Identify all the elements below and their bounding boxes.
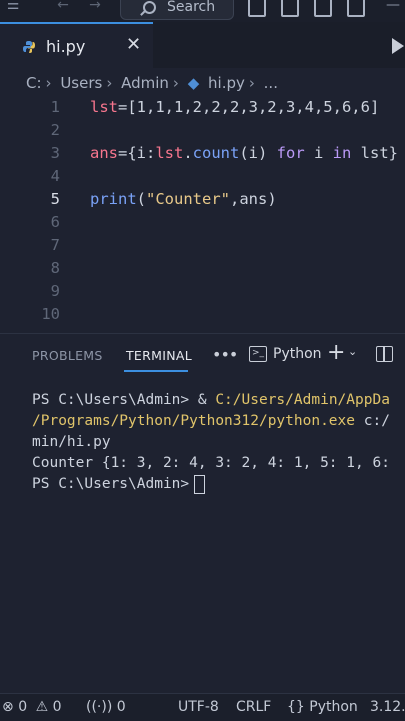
errors-indicator[interactable]: ⊗ 0 ⚠ 0 — [2, 699, 62, 715]
breadcrumb-admin[interactable]: Admin — [121, 74, 169, 92]
token-punct: (i) — [239, 144, 277, 162]
title-bar: ☰ ← → Search — — [0, 0, 405, 22]
toggle-panel-icon[interactable] — [281, 0, 299, 17]
token-function: print — [90, 190, 137, 208]
token-method: count — [192, 144, 240, 162]
token-punct: i — [304, 144, 333, 162]
token-string: "Counter" — [146, 190, 231, 208]
bottom-panel: PROBLEMS TERMINAL ••• >_ Python + ⌄ PS C… — [0, 333, 405, 694]
terminal-line: min/hi.py — [32, 434, 111, 450]
token-punct: ,ans) — [230, 190, 277, 208]
breadcrumb: C: › Users › Admin › ◆ hi.py › ... — [26, 73, 278, 93]
python-file-icon: ◆ — [187, 73, 200, 92]
minimize-icon[interactable]: — — [382, 0, 404, 14]
token-punct: . — [183, 144, 193, 162]
terminal-prompt: PS C:\Users\Admin> — [32, 474, 206, 495]
encoding-indicator[interactable]: UTF-8 — [178, 699, 219, 715]
breadcrumb-users[interactable]: Users — [60, 74, 102, 92]
code-line-5[interactable]: 5 print("Counter",ans) — [0, 188, 405, 211]
language-label: Python — [309, 699, 358, 715]
code-line-2[interactable]: 2 — [0, 119, 405, 142]
code-line-6[interactable]: 6 — [0, 211, 405, 234]
search-icon — [143, 1, 156, 14]
python-file-icon — [23, 41, 35, 53]
code-line-1[interactable]: 1 lst=[1,1,1,2,2,2,3,2,3,4,5,6,6] — [0, 96, 405, 119]
tab-terminal[interactable]: TERMINAL — [126, 348, 192, 363]
code-line-8[interactable]: 8 — [0, 257, 405, 280]
token-punct: ( — [136, 190, 147, 208]
more-actions-icon[interactable]: ••• — [212, 345, 238, 364]
chevron-right-icon: › — [172, 73, 179, 92]
error-icon: ⊗ — [2, 699, 14, 715]
code-line-10[interactable]: 10 — [0, 303, 405, 326]
line-number: 2 — [50, 121, 60, 139]
token-keyword: in — [332, 144, 352, 162]
language-indicator[interactable]: {} Python — [287, 699, 358, 715]
warning-count: 0 — [52, 699, 62, 715]
braces-icon: {} — [287, 699, 305, 715]
status-bar: ⊗ 0 ⚠ 0 ((·)) 0 UTF-8 CRLF {} Python 3.1… — [0, 693, 405, 721]
back-arrow-icon[interactable]: ← — [52, 0, 74, 14]
eol-indicator[interactable]: CRLF — [236, 699, 271, 715]
chevron-right-icon: › — [45, 73, 52, 92]
chevron-down-icon[interactable]: ⌄ — [348, 345, 357, 358]
token-variable: lst — [90, 98, 118, 116]
menu-icon[interactable]: ☰ — [2, 0, 24, 14]
line-number: 7 — [50, 236, 60, 254]
code-line-7[interactable]: 7 — [0, 234, 405, 257]
split-terminal-icon[interactable] — [376, 346, 393, 362]
broadcast-icon: ((·)) — [86, 699, 113, 715]
token-variable: ans — [90, 144, 118, 162]
terminal-output-counter: Counter {1: 3, 2: 4, 3: 2, 4: 1, 5: 1, 6… — [32, 455, 390, 471]
new-terminal-icon[interactable]: + — [327, 340, 345, 365]
terminal-cursor — [194, 474, 206, 494]
terminal-shell-label[interactable]: Python — [273, 346, 322, 362]
code-line-4[interactable]: 4 — [0, 165, 405, 188]
search-label: Search — [167, 0, 216, 15]
token-keyword: for — [276, 144, 305, 162]
forward-arrow-icon[interactable]: → — [84, 0, 106, 14]
tab-hi-py[interactable]: hi.py ✕ — [0, 22, 153, 68]
ports-count: 0 — [116, 699, 126, 715]
terminal-icon: >_ — [249, 346, 267, 362]
run-python-file-icon[interactable] — [392, 38, 404, 54]
chevron-right-icon: › — [106, 73, 113, 92]
breadcrumb-file[interactable]: hi.py — [208, 74, 245, 92]
toggle-sidebar-icon[interactable] — [248, 0, 266, 17]
breadcrumb-more[interactable]: ... — [264, 74, 278, 92]
terminal-line: /Programs/Python/Python312/python.exe c:… — [32, 413, 390, 429]
line-number: 4 — [50, 167, 60, 185]
line-number: 1 — [50, 98, 60, 116]
line-number: 10 — [41, 305, 60, 323]
token-variable: lst — [155, 144, 184, 162]
tab-problems[interactable]: PROBLEMS — [32, 348, 103, 363]
token-punct: ={i: — [118, 144, 156, 162]
terminal-line: PS C:\Users\Admin> & C:/Users/Admin/AppD… — [32, 392, 390, 408]
line-number-active: 5 — [50, 190, 60, 208]
toggle-secondary-sidebar-icon[interactable] — [314, 0, 332, 17]
tab-label: hi.py — [46, 37, 86, 56]
line-number: 6 — [50, 213, 60, 231]
token-list-literal: =[1,1,1,2,2,2,3,2,3,4,5,6,6] — [118, 98, 380, 116]
active-tab-indicator — [124, 370, 188, 372]
command-center-search[interactable]: Search — [120, 0, 234, 20]
terminal-path: /Programs/Python/Python312/python.exe — [32, 413, 356, 429]
token-punct: lst} — [351, 144, 399, 162]
customize-layout-icon[interactable] — [347, 0, 365, 17]
error-count: 0 — [18, 699, 28, 715]
breadcrumb-drive[interactable]: C: — [26, 74, 42, 92]
line-number: 8 — [50, 259, 60, 277]
warning-icon: ⚠ — [35, 699, 49, 715]
close-tab-icon[interactable]: ✕ — [126, 34, 141, 55]
line-number: 3 — [50, 144, 60, 162]
line-number: 9 — [50, 282, 60, 300]
python-version-indicator[interactable]: 3.12.1 — [370, 699, 405, 715]
code-line-9[interactable]: 9 — [0, 280, 405, 303]
terminal-path: C:/Users/Admin/AppDa — [215, 392, 390, 408]
code-line-3[interactable]: 3 ans={i:lst.count(i) for i in lst} — [0, 142, 405, 165]
ports-indicator[interactable]: ((·)) 0 — [86, 699, 126, 715]
chevron-right-icon: › — [248, 73, 255, 92]
